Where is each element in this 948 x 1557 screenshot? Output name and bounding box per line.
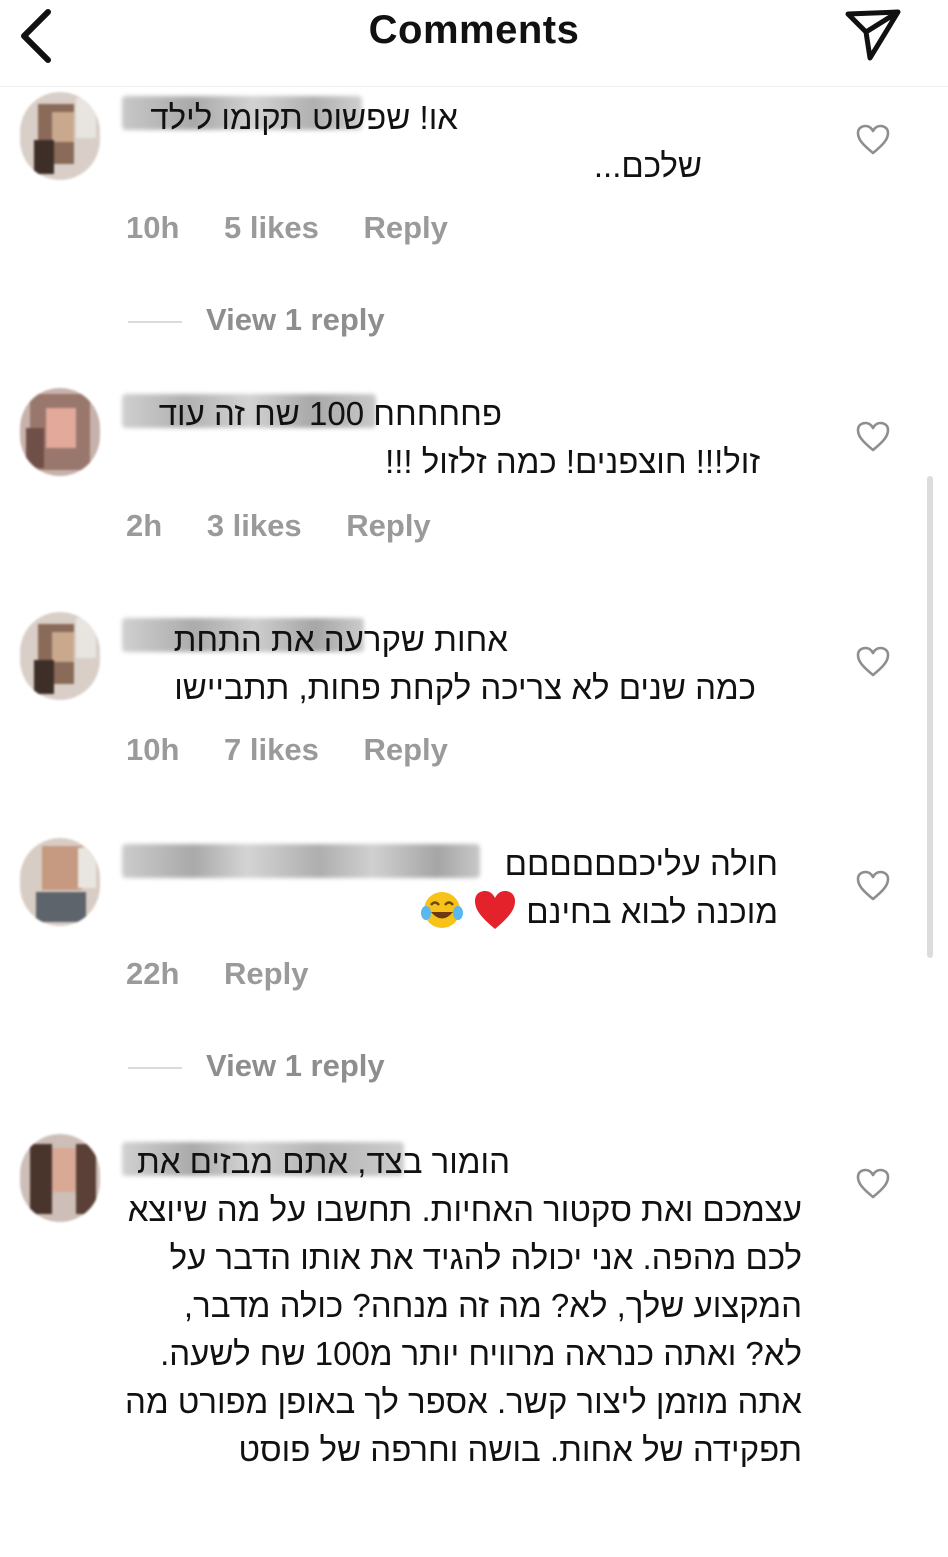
header: Comments <box>0 0 948 87</box>
scrollbar[interactable] <box>927 476 933 958</box>
avatar[interactable] <box>20 92 100 180</box>
reply-button[interactable]: Reply <box>224 956 308 992</box>
comment-meta: 22h Reply <box>126 956 344 996</box>
comment-meta: 2h 3 likes Reply <box>126 508 467 548</box>
comment-time: 10h <box>126 732 180 767</box>
comment-time: 10h <box>126 210 180 245</box>
avatar[interactable] <box>20 612 100 700</box>
reply-button[interactable]: Reply <box>346 508 430 544</box>
reply-button[interactable]: Reply <box>363 732 447 768</box>
reply-button[interactable]: Reply <box>363 210 447 246</box>
comment-text: או! שפשוט תקומו לילד שלכם... <box>150 99 702 184</box>
comment-time: 22h <box>126 956 180 991</box>
divider-line <box>128 320 182 323</box>
comment-text: אחות שקרעה את התחת כמה שנים לא צריכה לקח… <box>173 621 756 706</box>
avatar[interactable] <box>20 1134 100 1222</box>
comment-text: פחחחחח 100 שח זה עוד זול!!! חוצפנים! כמה… <box>158 395 760 480</box>
view-replies-label: View 1 reply <box>206 1048 385 1083</box>
comment-meta: 10h 7 likes Reply <box>126 732 484 772</box>
avatar[interactable] <box>20 838 100 926</box>
likes-count[interactable]: 5 likes <box>224 210 319 246</box>
heart-icon[interactable] <box>856 124 890 156</box>
view-replies-label: View 1 reply <box>206 302 385 337</box>
page-title: Comments <box>368 8 580 52</box>
avatar[interactable] <box>20 388 100 476</box>
comment-text: חולה עליכםםםםםם מוכנה לבוא בחינם <box>124 840 778 930</box>
comment-text: הומור בצד, אתם מבזים את עצמכם ואת סקטור … <box>125 1143 802 1468</box>
red-heart-icon <box>475 891 516 929</box>
likes-count[interactable]: 3 likes <box>207 508 302 544</box>
heart-icon[interactable] <box>856 870 890 902</box>
paper-plane-icon[interactable] <box>842 4 904 64</box>
heart-icon[interactable] <box>856 1168 890 1200</box>
heart-icon[interactable] <box>856 421 890 453</box>
comment-text-line-2: מוכנה לבוא בחינם <box>526 893 778 930</box>
view-replies-button[interactable]: View 1 reply <box>128 302 385 338</box>
heart-icon[interactable] <box>856 646 890 678</box>
view-replies-button[interactable]: View 1 reply <box>128 1048 385 1084</box>
comment-time: 2h <box>126 508 163 543</box>
divider-line <box>128 1066 182 1069</box>
comment-text-line: מוכנה לבוא בחינם <box>420 888 778 936</box>
likes-count[interactable]: 7 likes <box>224 732 319 768</box>
comment-text-line: חולה עליכםםםםםם <box>504 845 778 882</box>
comment-meta: 10h 5 likes Reply <box>126 210 484 250</box>
face-with-tears-of-joy-icon <box>420 892 463 928</box>
